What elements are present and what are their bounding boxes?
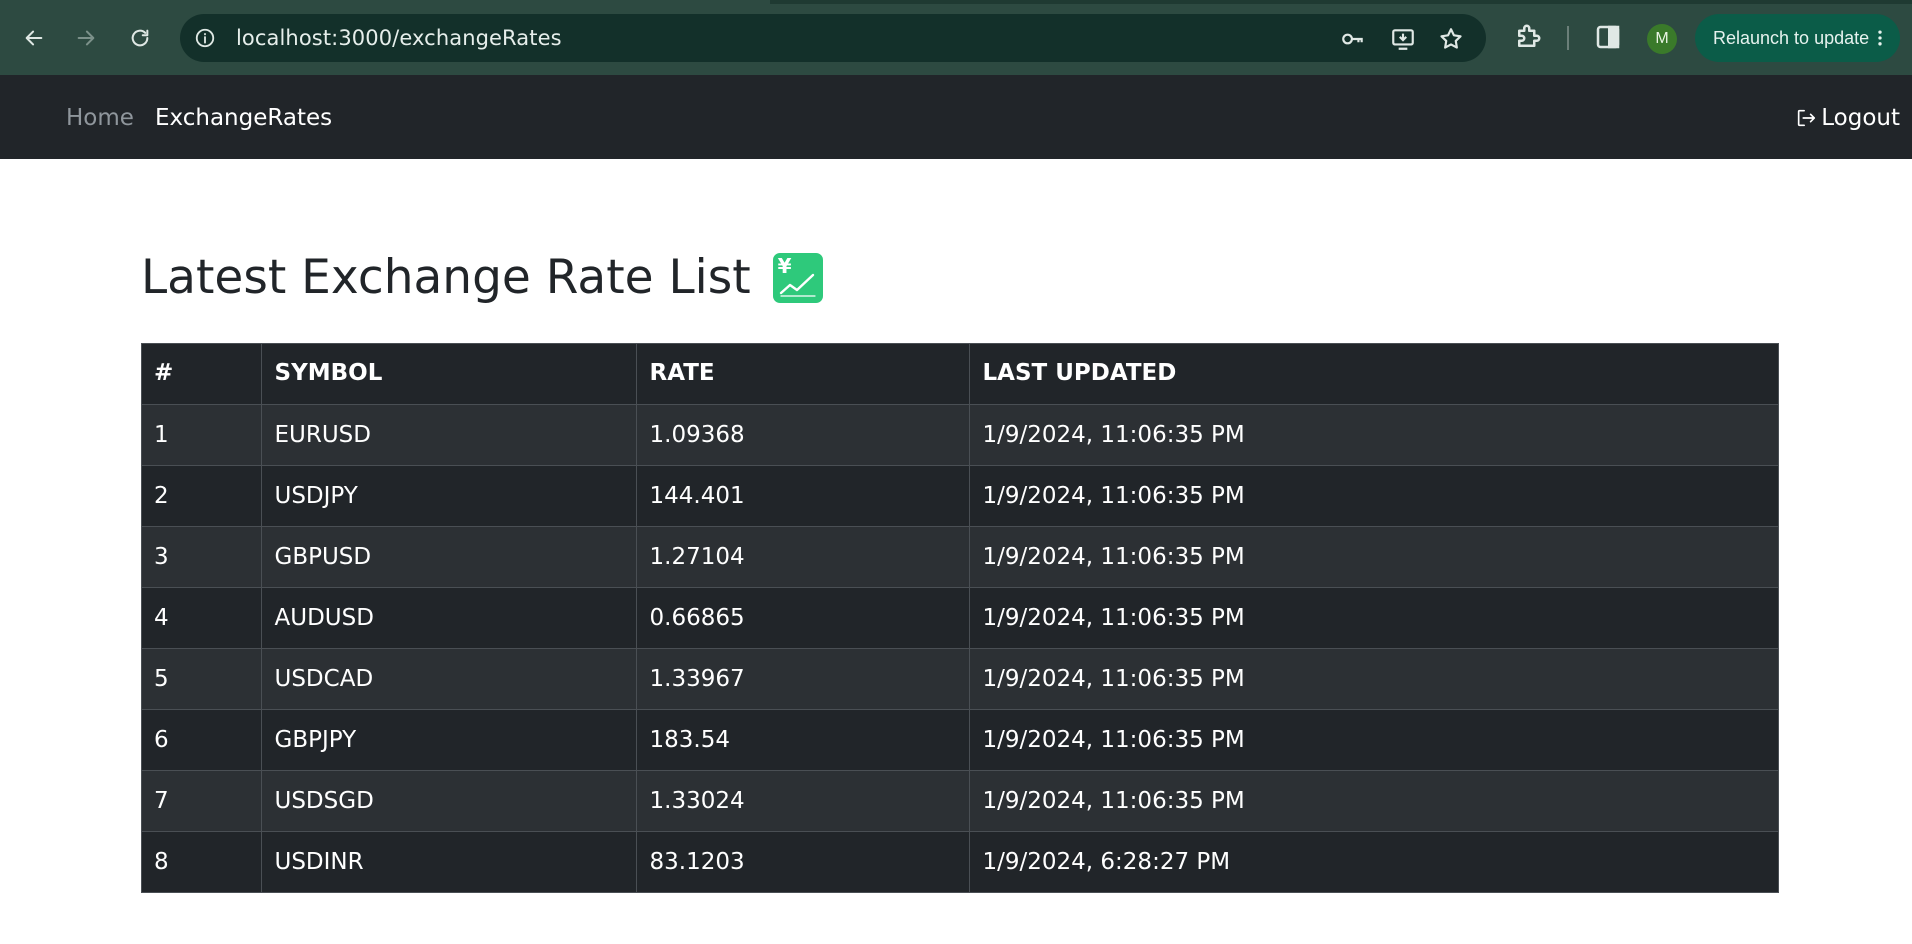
logout-icon [1798, 109, 1816, 127]
header-number: # [141, 343, 262, 405]
key-icon[interactable] [1340, 26, 1366, 52]
tab-strip [0, 0, 1912, 4]
reload-button[interactable] [122, 20, 158, 56]
cell-updated: 1/9/2024, 11:06:35 PM [969, 648, 1779, 710]
cell-updated: 1/9/2024, 11:06:35 PM [969, 770, 1779, 832]
table-row: 6 GBPJPY 183.54 1/9/2024, 11:06:35 PM [141, 709, 1779, 771]
cell-number: 6 [141, 709, 262, 771]
site-info-icon[interactable] [194, 27, 216, 49]
cell-symbol: USDJPY [261, 465, 637, 527]
toolbar-divider [1567, 26, 1569, 50]
cell-number: 1 [141, 404, 262, 466]
cell-rate: 1.27104 [636, 526, 970, 588]
back-button[interactable] [16, 20, 52, 56]
arrow-right-icon [77, 30, 95, 46]
cell-updated: 1/9/2024, 11:06:35 PM [969, 709, 1779, 771]
cell-updated: 1/9/2024, 6:28:27 PM [969, 831, 1779, 893]
cell-rate: 0.66865 [636, 587, 970, 649]
reload-icon [131, 29, 149, 47]
table-row: 1 EURUSD 1.09368 1/9/2024, 11:06:35 PM [141, 404, 1779, 466]
active-tab-edge [0, 0, 770, 4]
arrow-left-icon [25, 30, 43, 46]
nav-link-home[interactable]: Home [66, 105, 134, 131]
install-app-icon[interactable] [1390, 26, 1416, 52]
page-title-text: Latest Exchange Rate List [141, 250, 751, 305]
extensions-icon[interactable] [1513, 22, 1543, 52]
app-navbar: Home ExchangeRates Logout [0, 75, 1912, 159]
exchange-rates-table: # SYMBOL RATE LAST UPDATED 1 EURUSD 1.09… [141, 343, 1779, 893]
cell-number: 4 [141, 587, 262, 649]
trend-up-icon [779, 273, 816, 297]
cell-symbol: USDCAD [261, 648, 637, 710]
chart-increasing-yen-icon: ¥ [772, 252, 823, 303]
table-row: 4 AUDUSD 0.66865 1/9/2024, 11:06:35 PM [141, 587, 1779, 649]
forward-button[interactable] [68, 20, 104, 56]
url-text[interactable]: localhost:3000/exchangeRates [236, 26, 562, 50]
cell-rate: 144.401 [636, 465, 970, 527]
star-icon[interactable] [1438, 26, 1464, 52]
more-vert-icon[interactable] [1870, 26, 1890, 50]
cell-number: 5 [141, 648, 262, 710]
cell-rate: 1.09368 [636, 404, 970, 466]
cell-symbol: GBPUSD [261, 526, 637, 588]
header-last-updated: LAST UPDATED [969, 343, 1779, 405]
table-row: 2 USDJPY 144.401 1/9/2024, 11:06:35 PM [141, 465, 1779, 527]
cell-symbol: USDSGD [261, 770, 637, 832]
table-row: 5 USDCAD 1.33967 1/9/2024, 11:06:35 PM [141, 648, 1779, 710]
cell-rate: 183.54 [636, 709, 970, 771]
cell-rate: 83.1203 [636, 831, 970, 893]
header-rate: RATE [636, 343, 970, 405]
table-row: 3 GBPUSD 1.27104 1/9/2024, 11:06:35 PM [141, 526, 1779, 588]
side-panel-icon[interactable] [1593, 22, 1623, 52]
table-row: 7 USDSGD 1.33024 1/9/2024, 11:06:35 PM [141, 770, 1779, 832]
address-bar[interactable]: localhost:3000/exchangeRates [180, 14, 1486, 62]
cell-rate: 1.33024 [636, 770, 970, 832]
profile-avatar[interactable]: M [1647, 24, 1677, 54]
cell-updated: 1/9/2024, 11:06:35 PM [969, 404, 1779, 466]
table-row: 8 USDINR 83.1203 1/9/2024, 6:28:27 PM [141, 831, 1779, 893]
logout-label: Logout [1821, 105, 1900, 131]
browser-toolbar: localhost:3000/exchangeRates M Relaunch … [0, 0, 1912, 75]
cell-symbol: GBPJPY [261, 709, 637, 771]
cell-number: 3 [141, 526, 262, 588]
nav-link-exchange-rates[interactable]: ExchangeRates [155, 105, 332, 131]
cell-symbol: USDINR [261, 831, 637, 893]
cell-updated: 1/9/2024, 11:06:35 PM [969, 587, 1779, 649]
cell-symbol: AUDUSD [261, 587, 637, 649]
cell-updated: 1/9/2024, 11:06:35 PM [969, 526, 1779, 588]
cell-number: 2 [141, 465, 262, 527]
relaunch-label: Relaunch to update [1713, 27, 1870, 48]
cell-number: 8 [141, 831, 262, 893]
page-title: Latest Exchange Rate List ¥ [141, 250, 823, 305]
cell-updated: 1/9/2024, 11:06:35 PM [969, 465, 1779, 527]
cell-rate: 1.33967 [636, 648, 970, 710]
logout-link[interactable]: Logout [1795, 105, 1900, 131]
cell-symbol: EURUSD [261, 404, 637, 466]
table-header-row: # SYMBOL RATE LAST UPDATED [141, 343, 1779, 405]
header-symbol: SYMBOL [261, 343, 637, 405]
relaunch-button[interactable]: Relaunch to update [1695, 14, 1900, 62]
cell-number: 7 [141, 770, 262, 832]
